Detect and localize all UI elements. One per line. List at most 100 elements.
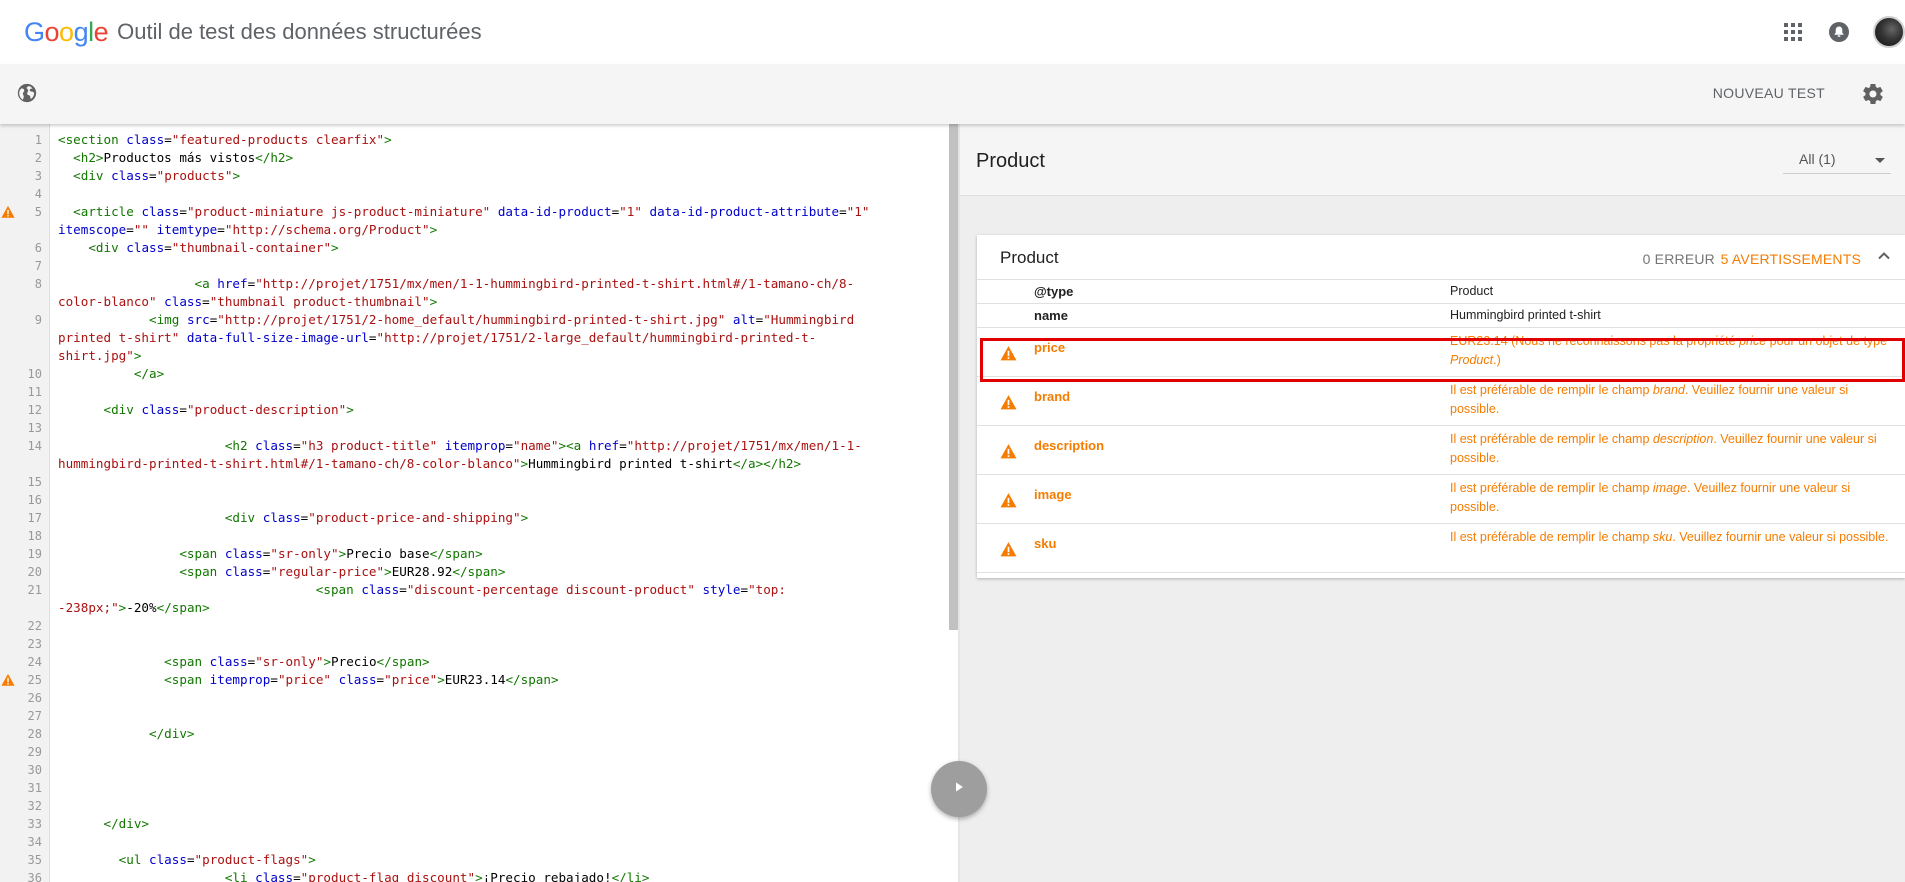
line-number: 8: [34, 277, 42, 291]
globe-icon[interactable]: [16, 82, 38, 109]
google-logo[interactable]: Google: [24, 16, 109, 48]
logo-letter: G: [24, 16, 45, 47]
line-number: 16: [27, 493, 42, 507]
results-filter-dropdown[interactable]: All (1): [1783, 146, 1891, 174]
property-row-image[interactable]: image Il est préférable de remplir le cha…: [977, 475, 1905, 524]
property-name: sku: [1034, 536, 1057, 551]
code-text: <span class="regular-price">EUR28.92</sp…: [179, 564, 506, 579]
line-number: 17: [27, 511, 42, 525]
top-bar: Google Outil de test des données structu…: [0, 0, 1905, 64]
warning-icon: [1000, 345, 1017, 367]
property-row-description[interactable]: description Il est préférable de remplir …: [977, 426, 1905, 475]
property-name: brand: [1034, 389, 1071, 404]
property-row-price[interactable]: price EUR23.14 (Nous ne reconnaissons pas…: [977, 328, 1905, 377]
result-card: Product 0 ERREUR 5 AVERTISSEMENTS @type P…: [977, 235, 1905, 578]
line-number: 32: [27, 799, 42, 813]
play-icon: [951, 779, 967, 800]
run-test-button[interactable]: [931, 761, 987, 817]
results-panel: Product All (1) Product 0 ERREUR 5 AVERT…: [960, 124, 1905, 882]
code-text: <li class="product-flag discount">¡Preci…: [224, 870, 650, 882]
code-text: <div class="products">: [73, 168, 241, 183]
line-number: 15: [27, 475, 42, 489]
line-number: 13: [27, 421, 42, 435]
code-text: <h2>Productos más vistos</h2>: [73, 150, 294, 165]
property-row-brand[interactable]: brand Il est préférable de remplir le cha…: [977, 377, 1905, 426]
code-text: </div>: [103, 816, 150, 831]
property-value: Product: [1450, 284, 1494, 298]
property-row-sku[interactable]: sku Il est préférable de remplir le champ…: [977, 524, 1905, 573]
error-count: 0 ERREUR: [1642, 251, 1715, 267]
collapse-icon[interactable]: [1877, 249, 1891, 268]
line-number: 12: [27, 403, 42, 417]
line-number: 1: [34, 133, 42, 147]
code-text: <h2 class="h3 product-title" itemprop="n…: [58, 438, 862, 471]
warning-icon: [1000, 394, 1017, 416]
results-title: Product: [976, 150, 1045, 172]
avatar[interactable]: [1873, 16, 1905, 48]
gear-icon[interactable]: [1861, 82, 1885, 111]
line-number: 4: [34, 187, 42, 201]
dropdown-arrow-icon: [1875, 158, 1885, 163]
code-text: <span class="sr-only">Precio</span>: [164, 654, 430, 669]
code-text: <div class="thumbnail-container">: [88, 240, 339, 255]
code-text: <div class="product-price-and-shipping">: [224, 510, 529, 525]
toolbar: NOUVEAU TEST: [0, 64, 1905, 124]
property-name: @type: [1034, 284, 1074, 299]
property-name: name: [1034, 308, 1068, 323]
line-number: 35: [27, 853, 42, 867]
line-number: 33: [27, 817, 42, 831]
property-value: Il est préférable de remplir le champ im…: [1450, 481, 1851, 514]
line-number: 20: [27, 565, 42, 579]
line-number: 14: [27, 439, 42, 453]
code-text: <a href="http://projet/1751/mx/men/1-1-h…: [58, 276, 855, 309]
code-text: </div>: [149, 726, 195, 741]
property-name: image: [1034, 487, 1072, 502]
logo-letter: o: [59, 16, 74, 47]
result-card-header[interactable]: Product 0 ERREUR 5 AVERTISSEMENTS: [977, 235, 1905, 280]
line-number: 26: [27, 691, 42, 705]
line-number: 2: [34, 151, 42, 165]
line-number: 29: [27, 745, 42, 759]
apps-grid-icon[interactable]: [1773, 12, 1813, 52]
line-number: 30: [27, 763, 42, 777]
top-right-actions: [1773, 0, 1905, 64]
line-number: 23: [27, 637, 42, 651]
app-title: Outil de test des données structurées: [117, 19, 482, 44]
line-number: 7: [34, 259, 42, 273]
line-number: 10: [27, 367, 42, 381]
line-number: 36: [27, 871, 42, 882]
logo-letter: e: [93, 16, 109, 47]
line-number: 19: [27, 547, 42, 561]
property-row-type[interactable]: @type Product: [977, 280, 1905, 304]
code-text: <ul class="product-flags">: [118, 852, 316, 867]
code-text: <span itemprop="price" class="price">EUR…: [164, 672, 559, 687]
code-text: <span class="discount-percentage discoun…: [58, 582, 786, 615]
line-number: 24: [27, 655, 42, 669]
editor-scrollbar[interactable]: [949, 124, 958, 630]
property-row-name[interactable]: name Hummingbird printed t-shirt: [977, 304, 1905, 328]
code-editor[interactable]: 1 <section class="featured-products clear…: [0, 124, 960, 882]
line-number: 21: [27, 583, 42, 597]
line-number: 34: [27, 835, 42, 849]
app-root: Google Outil de test des données structu…: [0, 0, 1905, 882]
property-value: Hummingbird printed t-shirt: [1450, 308, 1601, 322]
line-number: 3: [34, 169, 42, 183]
warning-icon[interactable]: [1, 205, 15, 224]
property-value: Il est préférable de remplir le champ de…: [1450, 432, 1877, 465]
results-header: Product All (1): [960, 124, 1905, 196]
property-value: Il est préférable de remplir le champ sk…: [1450, 530, 1889, 544]
line-number: 22: [27, 619, 42, 633]
line-number: 28: [27, 727, 42, 741]
line-number: 31: [27, 781, 42, 795]
line-number: 18: [27, 529, 42, 543]
line-number: 11: [27, 385, 42, 399]
code-text: </a>: [133, 366, 165, 381]
logo-letter: g: [73, 16, 89, 47]
new-test-button[interactable]: NOUVEAU TEST: [1713, 85, 1825, 101]
notifications-icon[interactable]: [1819, 12, 1859, 52]
warning-icon: [1000, 492, 1017, 514]
line-number: 27: [27, 709, 42, 723]
warning-icon: [1000, 443, 1017, 465]
warning-icon: [1000, 541, 1017, 563]
code-text: <div class="product-description">: [103, 402, 354, 417]
